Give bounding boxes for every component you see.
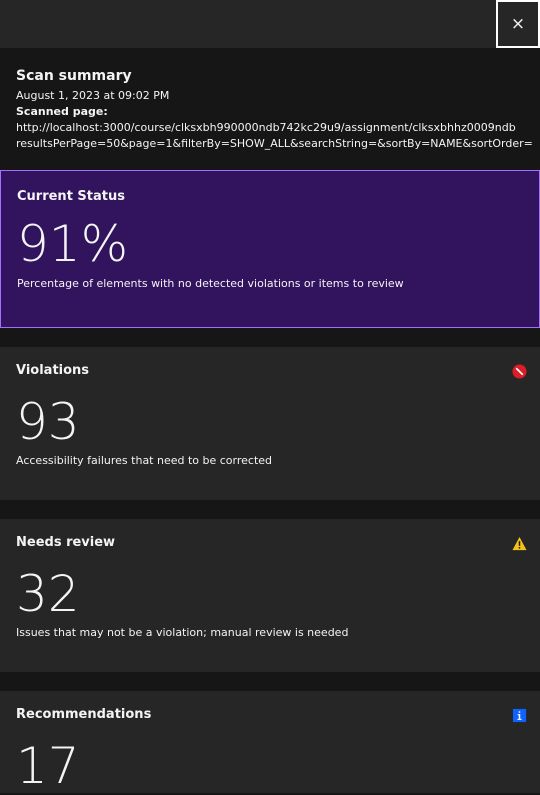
needs-review-card: Needs review 32 Issues that may not be a… [0, 519, 540, 672]
info-icon [512, 708, 527, 723]
card-description: Percentage of elements with no detected … [17, 277, 404, 290]
card-description: Accessibility failures that need to be c… [16, 454, 273, 467]
status-percentage: 91% [17, 215, 129, 273]
card-description: Issues that may not be a violation; manu… [16, 626, 349, 639]
violation-icon [512, 364, 527, 379]
recommendations-count: 17 [16, 737, 80, 795]
card-title: Recommendations [16, 707, 152, 722]
scanned-url-line: resultsPerPage=50&page=1&filterBy=SHOW_A… [16, 137, 533, 150]
summary-title: Scan summary [16, 68, 132, 84]
card-title: Violations [16, 363, 90, 378]
current-status-card: Current Status 91% Percentage of element… [0, 170, 540, 328]
close-icon: × [510, 13, 526, 34]
card-title: Needs review [16, 535, 116, 550]
close-button[interactable]: × [496, 0, 540, 48]
top-bar: × [0, 0, 540, 48]
recommendations-card: Recommendations 17 [0, 691, 540, 793]
scanned-url-line: http://localhost:3000/course/clksxbh9900… [16, 121, 516, 134]
violations-card: Violations 93 Accessibility failures tha… [0, 347, 540, 500]
scan-date: August 1, 2023 at 09:02 PM [16, 89, 170, 102]
needs-review-count: 32 [16, 565, 80, 623]
warning-icon [512, 536, 527, 551]
violations-count: 93 [16, 393, 80, 451]
scan-summary: Scan summary August 1, 2023 at 09:02 PM … [0, 48, 540, 162]
card-title: Current Status [17, 189, 125, 204]
scanned-page-label: Scanned page: [16, 105, 108, 118]
